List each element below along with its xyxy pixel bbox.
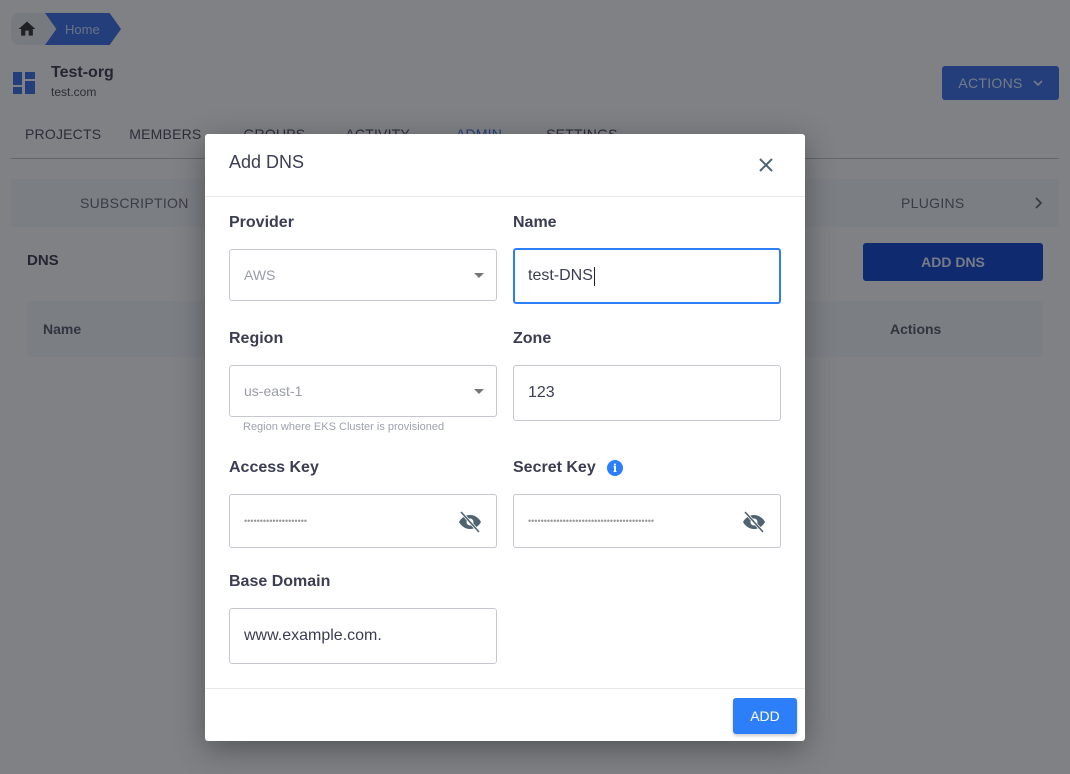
add-dns-dialog: Add DNS Provider AWS Name test-DNS Regio… <box>205 134 805 741</box>
dropdown-arrow-icon <box>474 273 484 278</box>
dropdown-arrow-icon <box>474 389 484 394</box>
close-icon <box>759 158 773 172</box>
dialog-header: Add DNS <box>205 134 805 197</box>
base-domain-input[interactable]: www.example.com. <box>229 608 497 664</box>
secret-key-masked-value: •••••••••••••••••••••••••••••••••••••••• <box>528 516 655 526</box>
access-key-label: Access Key <box>229 459 319 476</box>
region-label: Region <box>229 330 284 347</box>
region-select[interactable]: us-east-1 <box>229 365 497 417</box>
provider-value: AWS <box>244 267 276 283</box>
region-value: us-east-1 <box>244 383 303 399</box>
dialog-footer: ADD <box>205 688 805 741</box>
region-helper-text: Region where EKS Cluster is provisioned <box>243 421 445 433</box>
dialog-title: Add DNS <box>229 152 305 172</box>
secret-key-label: Secret Key <box>513 459 596 476</box>
name-label: Name <box>513 214 557 231</box>
close-button[interactable] <box>755 154 777 176</box>
provider-label: Provider <box>229 214 294 231</box>
access-key-masked-value: •••••••••••••••••••• <box>244 516 308 526</box>
secret-key-input[interactable]: •••••••••••••••••••••••••••••••••••••••• <box>513 494 781 548</box>
eye-off-icon[interactable] <box>458 511 482 533</box>
text-cursor <box>593 266 595 286</box>
zone-input[interactable]: 123 <box>513 365 781 421</box>
name-value: test-DNS <box>528 267 593 284</box>
add-button[interactable]: ADD <box>733 698 797 734</box>
zone-value: 123 <box>528 384 555 401</box>
zone-label: Zone <box>513 330 552 347</box>
access-key-input[interactable]: •••••••••••••••••••• <box>229 494 497 548</box>
eye-off-icon[interactable] <box>742 511 766 533</box>
info-icon[interactable]: i <box>607 460 623 476</box>
base-domain-value: www.example.com. <box>244 627 382 644</box>
provider-select[interactable]: AWS <box>229 249 497 301</box>
base-domain-label: Base Domain <box>229 573 331 590</box>
name-input[interactable]: test-DNS <box>513 248 781 304</box>
